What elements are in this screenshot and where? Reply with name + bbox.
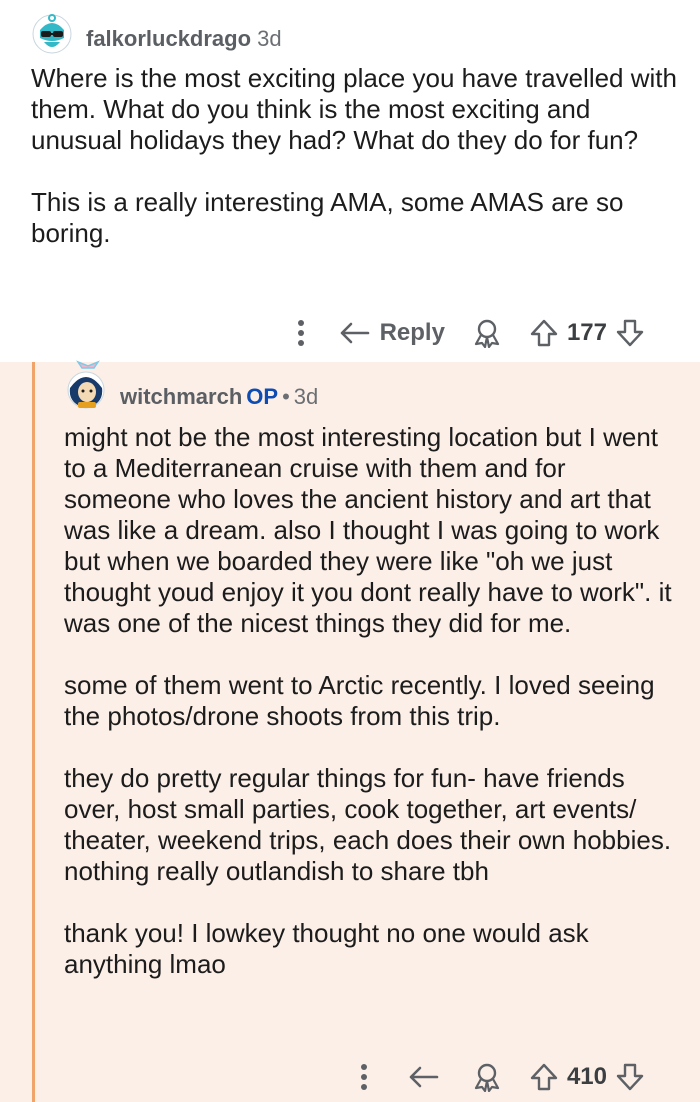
comment-meta: falkorluckdrago 3d	[86, 26, 282, 52]
award-button[interactable]	[473, 318, 501, 348]
user-avatar[interactable]	[30, 12, 74, 56]
comment-body: Where is the most exciting place you hav…	[31, 63, 681, 249]
parent-comment: falkorluckdrago 3d Where is the most exc…	[0, 0, 700, 362]
op-badge: OP	[246, 384, 279, 409]
reply-arrow-icon	[340, 322, 369, 344]
username[interactable]: witchmarch	[120, 384, 242, 409]
comment-paragraph: some of them went to Arctic recently. I …	[64, 670, 655, 731]
downvote-icon[interactable]	[615, 1062, 645, 1092]
award-button[interactable]	[473, 1062, 501, 1092]
upvote-icon[interactable]	[529, 318, 559, 348]
thread-line[interactable]	[32, 362, 35, 1102]
comment-actions: 410	[359, 1057, 645, 1097]
comment-meta: witchmarch OP • 3d	[120, 384, 318, 410]
award-icon	[474, 319, 500, 348]
meta-separator: •	[282, 384, 290, 409]
vote-controls: 410	[529, 1062, 645, 1092]
vote-score: 410	[566, 1063, 607, 1090]
reply-button[interactable]	[409, 1065, 439, 1089]
comment-actions: Reply 177	[296, 313, 645, 353]
award-icon	[474, 1063, 500, 1092]
upvote-icon[interactable]	[529, 1062, 559, 1092]
vertical-dots-icon	[297, 320, 304, 346]
more-options-button[interactable]	[359, 1062, 369, 1092]
comment-age: 3d	[293, 384, 319, 409]
comment-paragraph: This is a really interesting AMA, some A…	[31, 187, 624, 248]
more-options-button[interactable]	[296, 318, 306, 348]
comment-age: 3d	[257, 26, 282, 51]
vote-score: 177	[566, 319, 607, 346]
username[interactable]: falkorluckdrago	[86, 26, 251, 51]
comment-paragraph: thank you! I lowkey thought no one would…	[64, 918, 589, 979]
comment-paragraph: they do pretty regular things for fun- h…	[64, 763, 672, 886]
vertical-dots-icon	[360, 1064, 367, 1090]
user-avatar[interactable]	[64, 358, 110, 414]
comment-paragraph: Where is the most exciting place you hav…	[31, 63, 677, 155]
downvote-icon[interactable]	[615, 318, 645, 348]
comment-paragraph: might not be the most interesting locati…	[64, 422, 672, 638]
reply-button[interactable]: Reply	[340, 319, 445, 347]
comment-body: might not be the most interesting locati…	[64, 422, 674, 980]
reply-label: Reply	[379, 319, 445, 346]
vote-controls: 177	[529, 318, 645, 348]
reply-arrow-icon	[409, 1066, 439, 1088]
